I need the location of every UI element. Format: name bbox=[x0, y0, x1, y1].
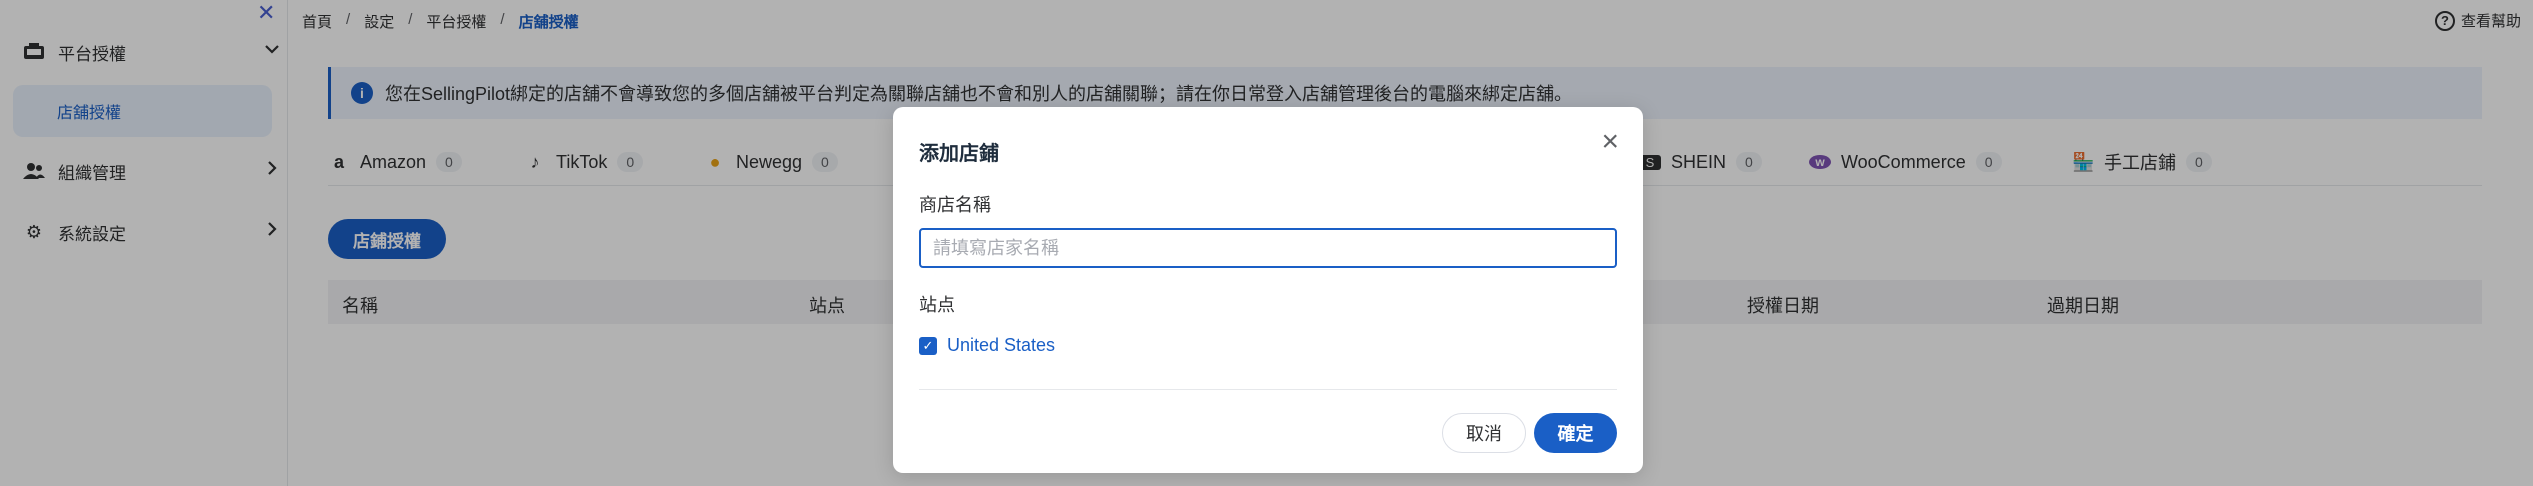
store-name-label: 商店名稱 bbox=[919, 195, 991, 215]
close-icon[interactable]: × bbox=[1601, 127, 1619, 157]
cancel-button[interactable]: 取消 bbox=[1442, 413, 1526, 453]
site-checkbox-us[interactable]: ✓ United States bbox=[919, 335, 1055, 356]
dialog-divider bbox=[919, 389, 1617, 390]
checkmark-icon: ✓ bbox=[919, 336, 937, 355]
site-label: 站点 bbox=[919, 295, 955, 315]
confirm-button[interactable]: 確定 bbox=[1534, 413, 1617, 453]
dialog-title: 添加店鋪 bbox=[919, 143, 999, 165]
add-store-dialog: 添加店鋪 × 商店名稱 站点 ✓ United States 取消 確定 bbox=[893, 107, 1643, 473]
store-name-input[interactable] bbox=[919, 228, 1617, 268]
site-option-label: United States bbox=[947, 335, 1056, 355]
